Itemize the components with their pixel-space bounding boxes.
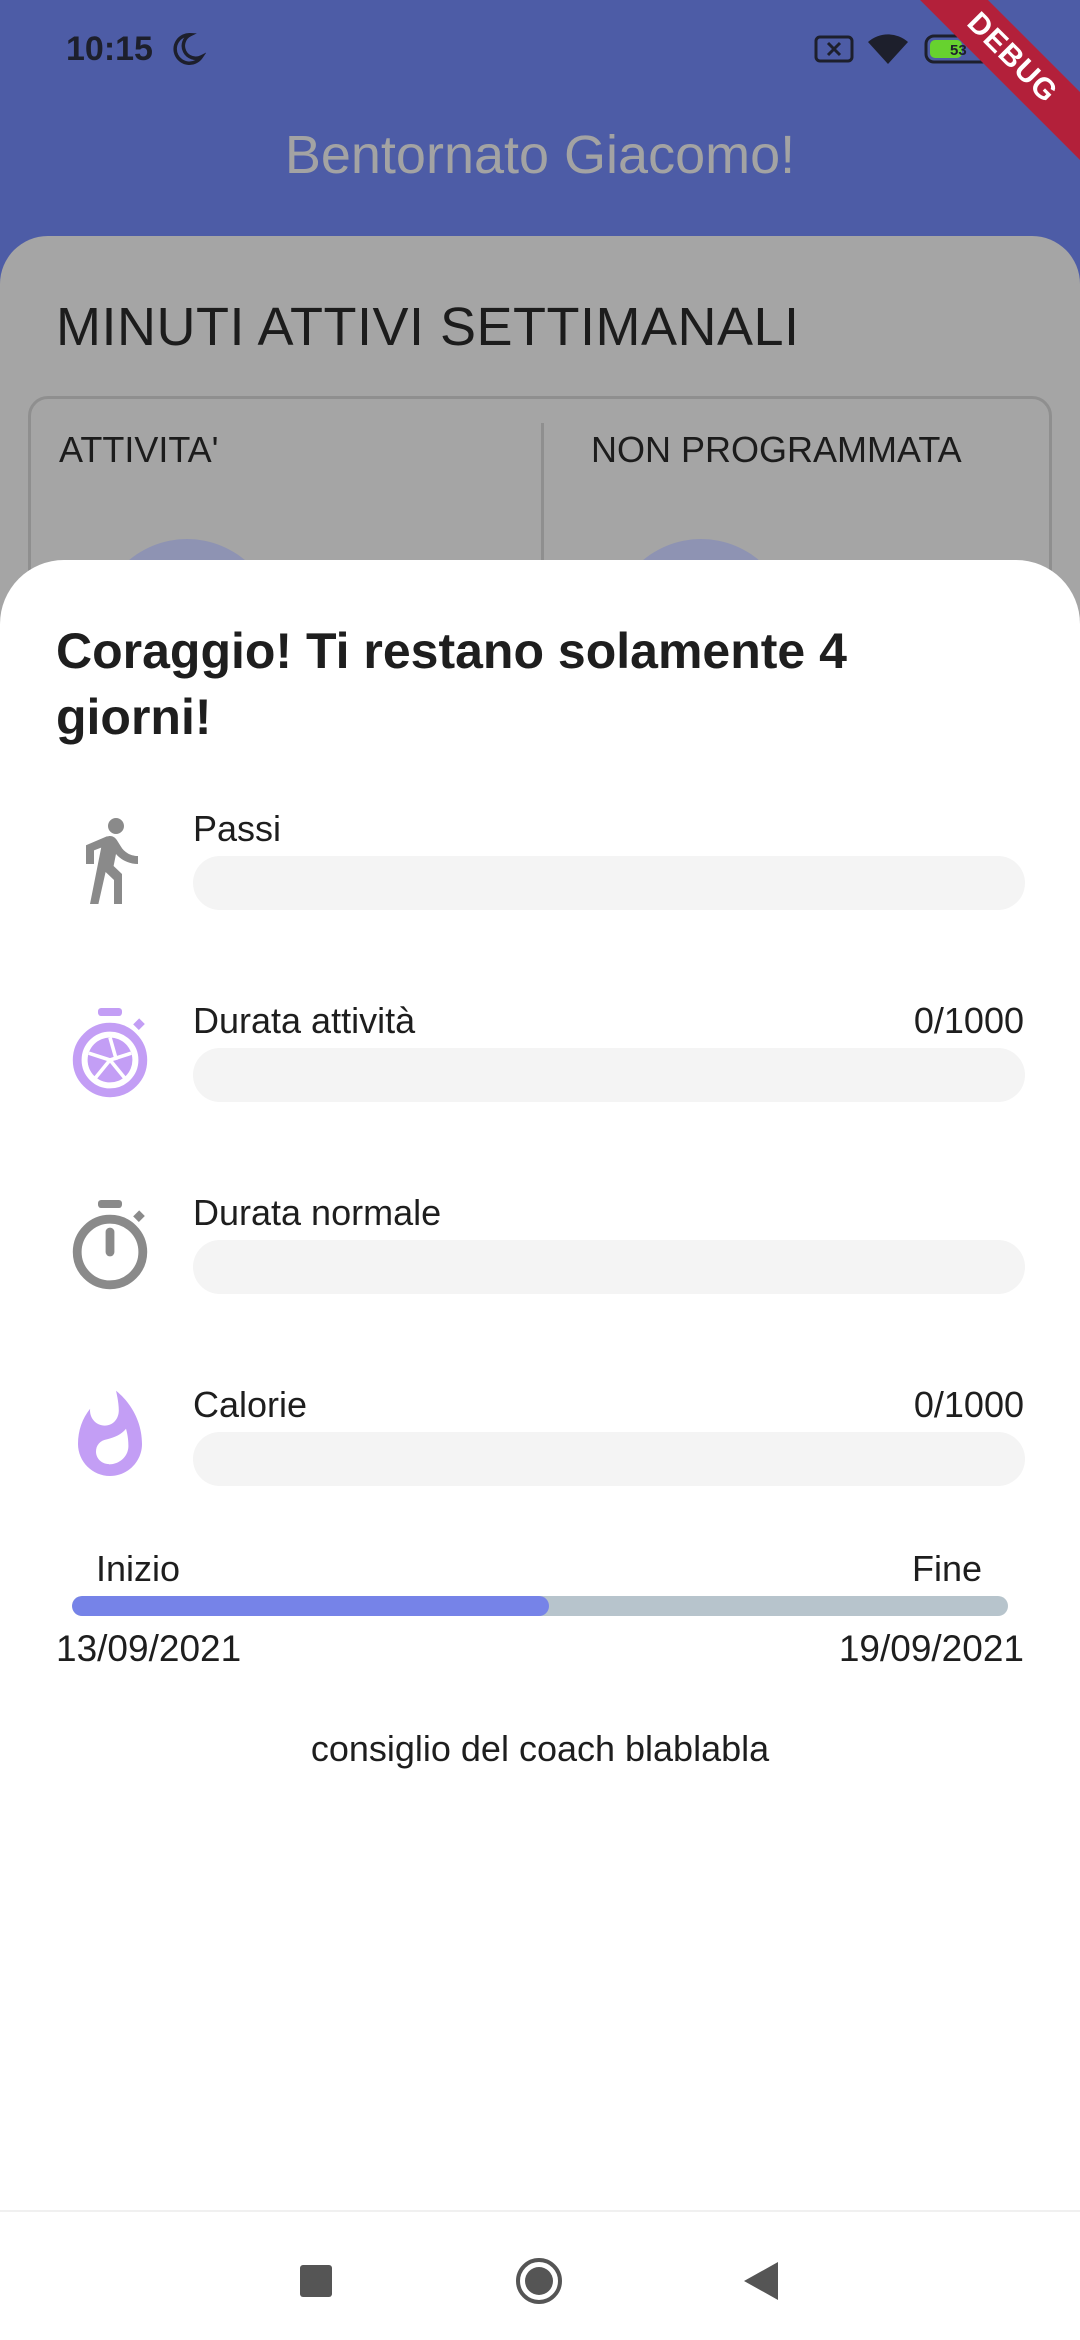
- sheet-title: Coraggio! Ti restano solamente 4 giorni!: [56, 623, 847, 745]
- range-start-label: Inizio: [96, 1548, 181, 1589]
- column-label-activity: ATTIVITA': [59, 429, 219, 470]
- metric-value: 0/1000: [913, 1384, 1024, 1425]
- range-end-date: 19/09/2021: [838, 1628, 1024, 1669]
- metric-value: 0/1000: [913, 1000, 1024, 1041]
- range-end-label: Fine: [911, 1548, 982, 1589]
- metric-progress-bar: [193, 856, 1025, 910]
- bottom-sheet: Coraggio! Ti restano solamente 4 giorni!…: [0, 560, 1080, 2210]
- metric-steps: Passi: [0, 808, 1080, 928]
- background-card-title: MINUTI ATTIVI SETTIMANALI: [56, 297, 800, 357]
- range-start-date: 13/09/2021: [56, 1628, 242, 1669]
- app-title: Bentornato Giacomo!: [284, 125, 796, 185]
- metric-label: Durata normale: [193, 1192, 442, 1233]
- walking-icon: [86, 818, 138, 904]
- timer-aperture-icon: [72, 1008, 148, 1098]
- metric-label: Durata attività: [193, 1000, 416, 1041]
- stopwatch-icon: [72, 1200, 148, 1290]
- week-progress-fill: [72, 1596, 550, 1616]
- metric-calories: Calorie 0/1000: [0, 1384, 1080, 1504]
- week-progress-bar: [72, 1596, 1008, 1616]
- status-bar: 10:15 53 DEBUG: [0, 0, 1080, 167]
- metric-normal-duration: Durata normale: [0, 1192, 1080, 1312]
- recent-apps-icon[interactable]: [300, 2265, 332, 2297]
- metric-progress-bar: [193, 1240, 1025, 1294]
- screen: 10:15 53 DEBUG Bentornato Giacomo! MINUT…: [0, 0, 1080, 2340]
- column-label-unscheduled: NON PROGRAMMATA: [591, 429, 962, 470]
- back-icon[interactable]: [742, 2260, 780, 2302]
- sim-x-icon: [814, 35, 854, 63]
- metric-label: Calorie: [193, 1384, 308, 1425]
- metric-activity-duration: Durata attività 0/1000: [0, 1000, 1080, 1120]
- flame-icon: [78, 1390, 142, 1476]
- status-time: 10:15: [66, 30, 153, 68]
- metric-progress-bar: [193, 1048, 1025, 1102]
- moon-icon: [173, 33, 206, 65]
- metric-progress-bar: [193, 1432, 1025, 1486]
- metric-label: Passi: [193, 808, 282, 849]
- navigation-bar: [0, 2210, 1080, 2340]
- coach-tip: consiglio del coach blablabla: [310, 1728, 770, 1769]
- home-icon[interactable]: [514, 2256, 564, 2306]
- wifi-icon: [868, 34, 908, 64]
